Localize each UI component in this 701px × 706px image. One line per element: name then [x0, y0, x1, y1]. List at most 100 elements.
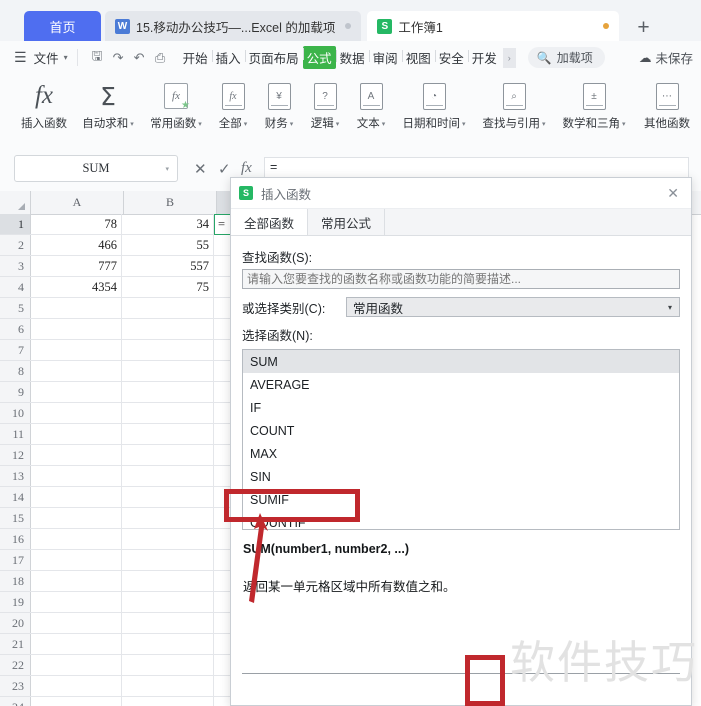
function-list-item-if[interactable]: IF [243, 396, 679, 419]
cell-A20[interactable] [30, 613, 122, 634]
close-icon[interactable]: ✕ [663, 185, 683, 202]
row-header-15[interactable]: 15 [0, 508, 30, 529]
function-list-item-max[interactable]: MAX [243, 442, 679, 465]
ribbon-tab-start[interactable]: 开始 [179, 48, 212, 67]
cell-A1[interactable]: 78 [30, 214, 122, 235]
cell-A4[interactable]: 4354 [30, 277, 122, 298]
file-menu-label[interactable]: 文件 [34, 48, 59, 67]
row-header-9[interactable]: 9 [0, 382, 30, 403]
function-list-item-average[interactable]: AVERAGE [243, 373, 679, 396]
row-header-2[interactable]: 2 [0, 235, 30, 256]
tab-common-formulas[interactable]: 常用公式 [308, 209, 386, 235]
cell-B1[interactable]: 34 [122, 214, 214, 235]
check-icon[interactable]: ✓ [218, 160, 231, 178]
tab-close-dot[interactable] [345, 23, 352, 29]
row-header-14[interactable]: 14 [0, 487, 30, 508]
cell-A15[interactable] [30, 508, 122, 529]
function-list-item-sin[interactable]: SIN [243, 465, 679, 488]
ribbon-tab-view[interactable]: 视图 [401, 48, 435, 67]
tab-workbook-1[interactable]: S 工作簿1 [367, 11, 620, 41]
cell-B12[interactable] [122, 445, 214, 466]
ribbon-lookup[interactable]: ⌕ 查找与引用 ▾ [474, 78, 554, 131]
row-header-8[interactable]: 8 [0, 361, 30, 382]
cell-B4[interactable]: 75 [122, 277, 214, 298]
cell-A5[interactable] [30, 298, 122, 319]
cell-B9[interactable] [122, 382, 214, 403]
cell-A7[interactable] [30, 340, 122, 361]
category-select[interactable]: 常用函数 ▾ [346, 297, 680, 317]
close-icon[interactable]: ✕ [194, 160, 207, 178]
ribbon-datetime[interactable]: ◔ 日期和时间 ▾ [394, 78, 474, 131]
ribbon-tab-developer[interactable]: 开发 [467, 48, 501, 67]
cell-B19[interactable] [122, 592, 214, 613]
row-header-10[interactable]: 10 [0, 403, 30, 424]
cell-B2[interactable]: 55 [122, 235, 214, 256]
cell-B3[interactable]: 557 [122, 256, 214, 277]
cell-A16[interactable] [30, 529, 122, 550]
ribbon-tab-pagelayout[interactable]: 页面布局 [244, 48, 303, 67]
cell-B14[interactable] [122, 487, 214, 508]
row-header-12[interactable]: 12 [0, 445, 30, 466]
row-header-19[interactable]: 19 [0, 592, 30, 613]
cell-B17[interactable] [122, 550, 214, 571]
ribbon-tab-insert[interactable]: 插入 [211, 48, 245, 67]
cell-B24[interactable] [122, 697, 214, 706]
print-preview-icon[interactable]: ⎙ [150, 47, 171, 68]
row-header-4[interactable]: 4 [0, 277, 30, 298]
redo-icon[interactable]: ↶ [129, 47, 150, 68]
ribbon-other-functions[interactable]: ⋯ 其他函数 [634, 78, 700, 131]
cell-A9[interactable] [30, 382, 122, 403]
cell-A18[interactable] [30, 571, 122, 592]
cell-A10[interactable] [30, 403, 122, 424]
row-header-22[interactable]: 22 [0, 655, 30, 676]
save-icon[interactable]: 🖫 [87, 47, 108, 68]
row-header-7[interactable]: 7 [0, 340, 30, 361]
cell-A6[interactable] [30, 319, 122, 340]
cell-A24[interactable] [30, 697, 122, 706]
ribbon-text[interactable]: A 文本 ▾ [348, 78, 394, 131]
hamburger-icon[interactable]: ☰ [14, 49, 27, 66]
cell-B5[interactable] [122, 298, 214, 319]
chevron-down-icon[interactable]: ▾ [64, 53, 68, 62]
cell-B6[interactable] [122, 319, 214, 340]
addon-search-box[interactable]: 🔍 加载项 [527, 47, 605, 68]
row-header-17[interactable]: 17 [0, 550, 30, 571]
cell-A3[interactable]: 777 [30, 256, 122, 277]
name-box[interactable]: SUM ▾ [14, 155, 178, 182]
row-header-18[interactable]: 18 [0, 571, 30, 592]
cell-B10[interactable] [122, 403, 214, 424]
undo-icon[interactable]: ↷ [108, 47, 129, 68]
row-header-21[interactable]: 21 [0, 634, 30, 655]
cell-A11[interactable] [30, 424, 122, 445]
cell-B15[interactable] [122, 508, 214, 529]
cell-B20[interactable] [122, 613, 214, 634]
tab-all-functions[interactable]: 全部函数 [231, 209, 309, 235]
cell-B23[interactable] [122, 676, 214, 697]
row-header-6[interactable]: 6 [0, 319, 30, 340]
ribbon-common-functions[interactable]: fx ★ 常用函数 ▾ [142, 78, 210, 131]
row-header-11[interactable]: 11 [0, 424, 30, 445]
tab-home[interactable]: 首页 [24, 11, 101, 41]
cell-A13[interactable] [30, 466, 122, 487]
cell-B18[interactable] [122, 571, 214, 592]
function-list-item-count[interactable]: COUNT [243, 419, 679, 442]
cell-A21[interactable] [30, 634, 122, 655]
select-all-corner[interactable] [0, 191, 31, 214]
cell-A14[interactable] [30, 487, 122, 508]
cell-B22[interactable] [122, 655, 214, 676]
chevron-down-icon[interactable]: ▾ [165, 165, 169, 173]
ribbon-math-trig[interactable]: ± 数学和三角 ▾ [554, 78, 634, 131]
column-header-b[interactable]: B [124, 191, 217, 214]
function-list-item-sum[interactable]: SUM [243, 350, 679, 373]
cell-A19[interactable] [30, 592, 122, 613]
ribbon-finance[interactable]: ¥ 财务 ▾ [256, 78, 302, 131]
cell-B16[interactable] [122, 529, 214, 550]
row-header-1[interactable]: 1 [0, 214, 30, 235]
ribbon-overflow-icon[interactable]: › [502, 47, 516, 68]
ribbon-all-functions[interactable]: fx 全部 ▾ [210, 78, 256, 131]
row-header-3[interactable]: 3 [0, 256, 30, 277]
ribbon-tab-formula[interactable]: 公式 [302, 46, 336, 69]
cell-B11[interactable] [122, 424, 214, 445]
ribbon-tab-data[interactable]: 数据 [335, 48, 369, 67]
ribbon-tab-security[interactable]: 安全 [434, 48, 468, 67]
